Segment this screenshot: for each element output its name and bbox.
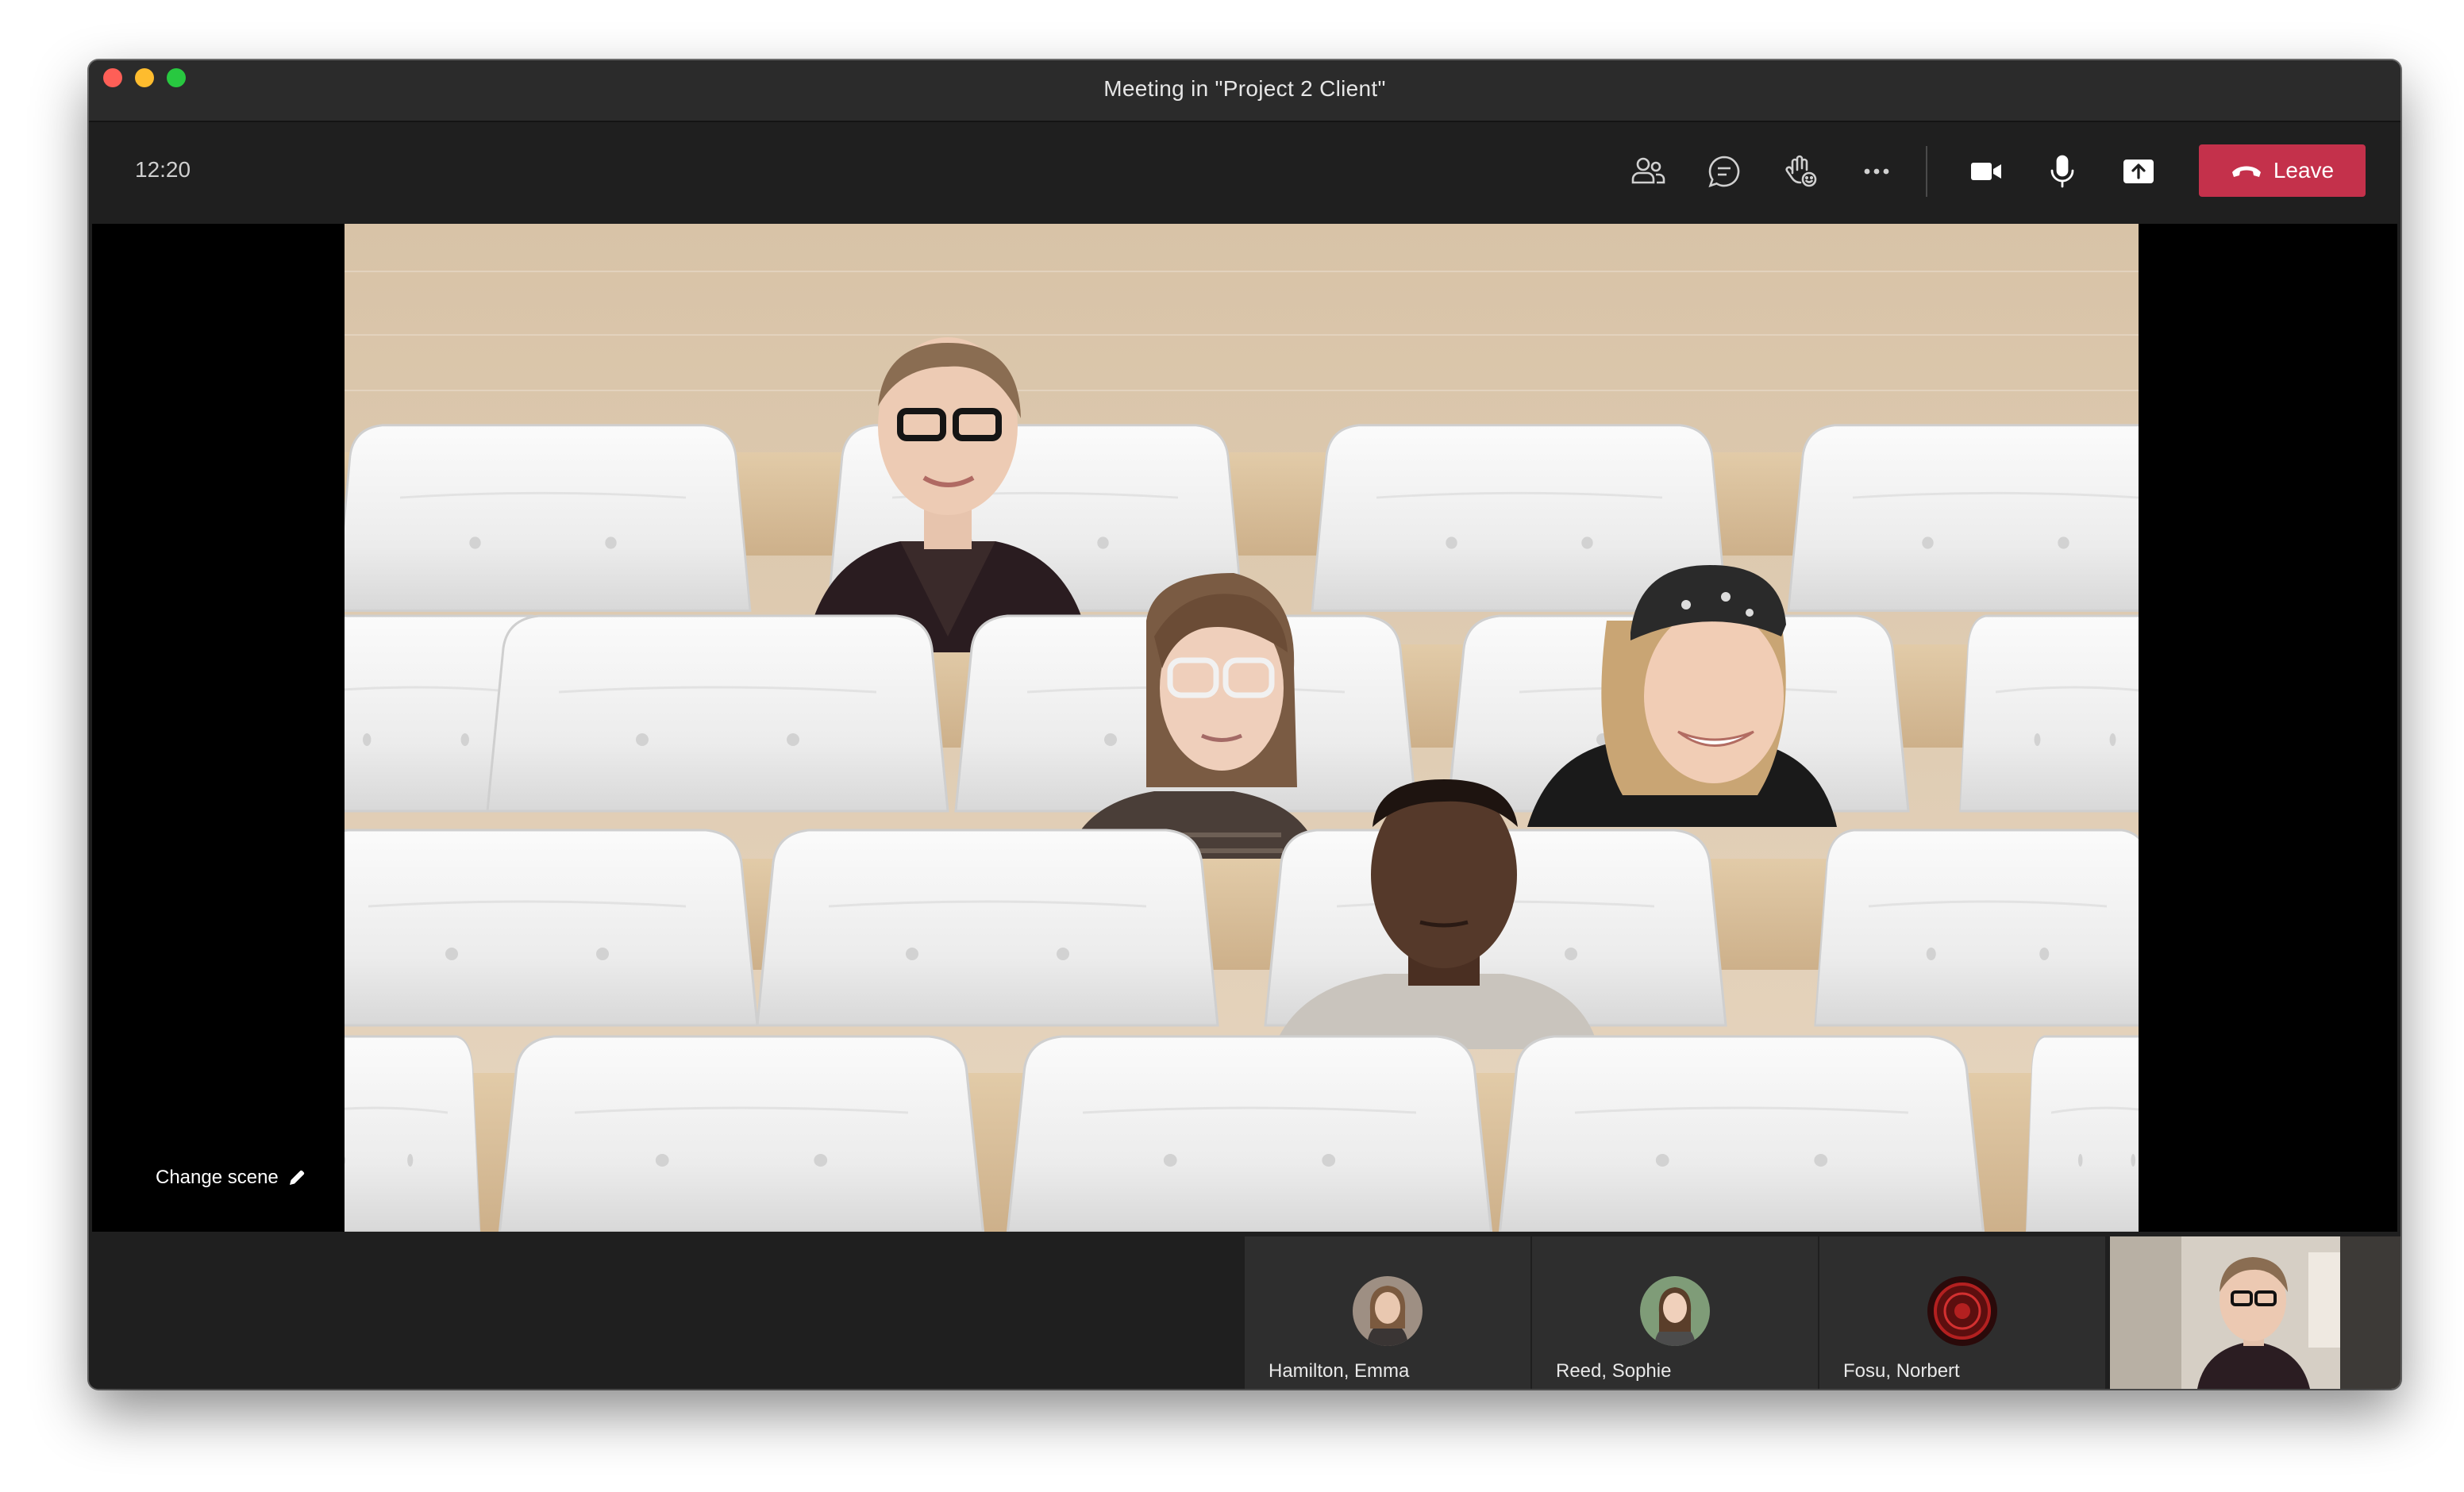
meeting-stage: Change scene	[92, 224, 2397, 1232]
avatar	[1353, 1276, 1423, 1346]
participant-name: Fosu, Norbert	[1843, 1360, 1960, 1382]
participants-button[interactable]	[1623, 146, 1673, 197]
participant-strip: Hamilton, Emma Reed, Sophie Fosu, Norber…	[89, 1233, 2400, 1389]
avatar	[1640, 1276, 1710, 1346]
raise-hand-icon	[1785, 155, 1817, 187]
microphone-button[interactable]	[2037, 146, 2088, 197]
avatar	[1927, 1276, 1997, 1346]
self-video-image	[2110, 1236, 2400, 1389]
participant-tile-3[interactable]: Fosu, Norbert	[1819, 1236, 2105, 1389]
change-scene-button[interactable]: Change scene	[156, 1167, 307, 1189]
leave-button-label: Leave	[2273, 158, 2335, 183]
people-icon	[1631, 157, 1665, 184]
share-screen-icon	[2123, 160, 2154, 183]
camera-icon	[1971, 163, 2001, 180]
participant-name: Hamilton, Emma	[1269, 1360, 1410, 1382]
window-title: Meeting in "Project 2 Client"	[1103, 76, 1386, 101]
reactions-button[interactable]	[1775, 146, 1826, 197]
share-screen-button[interactable]	[2113, 146, 2164, 197]
toolbar-divider	[1926, 146, 1927, 197]
change-scene-label: Change scene	[156, 1167, 279, 1188]
participant-name: Reed, Sophie	[1556, 1360, 1672, 1382]
chat-icon	[1708, 156, 1740, 188]
chat-button[interactable]	[1699, 146, 1750, 197]
pencil-icon	[289, 1170, 304, 1185]
title-bar: Meeting in "Project 2 Client"	[89, 60, 2400, 122]
participant-tile-2[interactable]: Reed, Sophie	[1532, 1236, 1818, 1389]
microphone-icon	[2050, 155, 2074, 188]
meeting-clock: 12:20	[135, 157, 191, 182]
meeting-window: Meeting in "Project 2 Client" 12:20 Leav…	[89, 60, 2400, 1389]
meeting-toolbar: 12:20 Leave	[89, 122, 2400, 222]
more-options-icon	[1864, 168, 1889, 175]
together-mode-scene	[345, 224, 2139, 1232]
self-video-preview[interactable]	[2110, 1236, 2400, 1389]
leave-button[interactable]: Leave	[2199, 144, 2366, 197]
more-options-button[interactable]	[1851, 146, 1902, 197]
auditorium-scene-image	[345, 224, 2139, 1232]
camera-button[interactable]	[1961, 146, 2012, 197]
participant-tile-1[interactable]: Hamilton, Emma	[1245, 1236, 1530, 1389]
hang-up-icon	[2231, 166, 2261, 177]
